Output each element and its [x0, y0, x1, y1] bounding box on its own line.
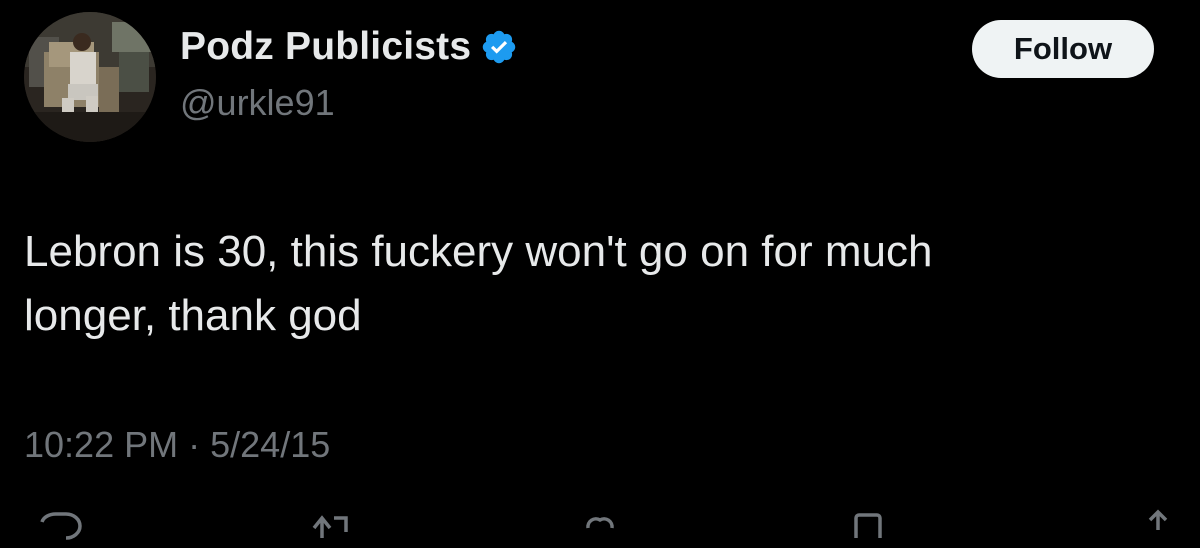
display-name[interactable]: Podz Publicists: [180, 25, 471, 69]
tweet-timestamp[interactable]: 10:22 PM · 5/24/15: [24, 424, 330, 466]
tweet-text: Lebron is 30, this fuckery won't go on f…: [24, 227, 933, 340]
user-name-row: Podz Publicists: [180, 22, 518, 72]
avatar-photo: [24, 12, 156, 142]
reply-icon[interactable]: [30, 508, 90, 548]
user-handle[interactable]: @urkle91: [180, 82, 335, 124]
bookmark-icon[interactable]: [840, 508, 900, 548]
share-icon[interactable]: [1128, 508, 1188, 548]
verified-badge-icon[interactable]: [480, 28, 518, 66]
like-icon[interactable]: [570, 508, 630, 548]
avatar[interactable]: [24, 12, 156, 142]
retweet-icon[interactable]: [300, 508, 360, 548]
timestamp-separator: ·: [188, 424, 201, 465]
tweet-time: 10:22 PM: [24, 424, 179, 465]
follow-button[interactable]: Follow: [972, 20, 1154, 78]
action-bar: [0, 508, 1200, 548]
tweet: Podz Publicists @urkle91 Follow Lebron i…: [0, 0, 1200, 540]
tweet-date: 5/24/15: [210, 424, 331, 465]
